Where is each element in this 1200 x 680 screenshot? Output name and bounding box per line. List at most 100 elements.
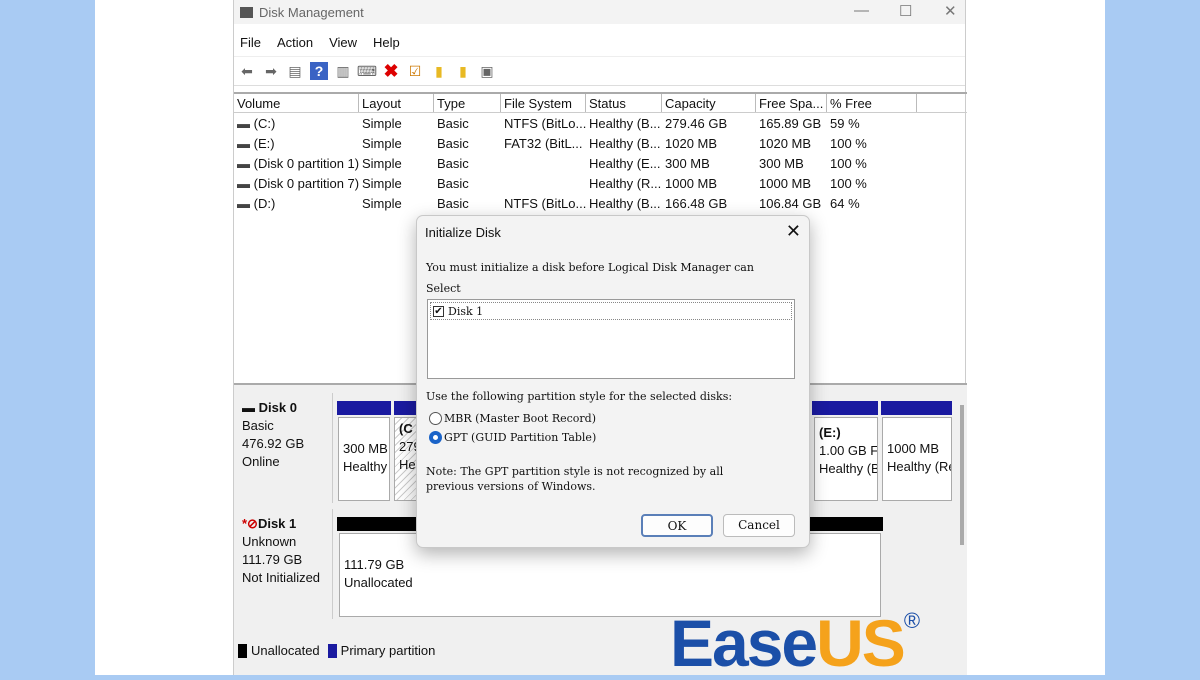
column-header[interactable]: % Free — [827, 94, 917, 112]
table-cell: 106.84 GB — [759, 196, 822, 211]
dialog-message: You must initialize a disk before Logica… — [426, 261, 754, 274]
logo-text-a: Ease — [670, 606, 818, 680]
table-cell: Basic — [437, 176, 469, 191]
volume-name: (Disk 0 partition 7) — [253, 176, 359, 191]
logo-reg: ® — [903, 608, 920, 633]
column-header[interactable]: Layout — [359, 94, 434, 112]
folder-up-icon[interactable]: ▮ — [430, 62, 448, 80]
table-cell: Healthy (B... — [589, 196, 661, 211]
volume-name: (D:) — [253, 196, 276, 211]
table-cell: Simple — [362, 116, 402, 131]
table-cell — [501, 174, 586, 194]
table-cell: 165.89 GB — [759, 116, 822, 131]
table-cell: NTFS (BitLo... — [504, 196, 586, 211]
disk-checkbox[interactable]: ✔ — [433, 305, 444, 317]
menu-view[interactable]: View — [329, 35, 357, 50]
cancel-button[interactable]: Cancel — [723, 514, 795, 537]
list-item[interactable]: ✔ Disk 1 — [430, 302, 792, 320]
volume-name: (Disk 0 partition 1) — [253, 156, 359, 171]
disk-0-partition-7[interactable]: 1000 MB Healthy (Re — [882, 417, 952, 501]
table-cell: ▬ (C:) — [234, 114, 359, 134]
table-cell: 100 % — [830, 156, 867, 171]
window-title: Disk Management — [259, 4, 364, 20]
column-header[interactable]: Capacity — [662, 94, 756, 112]
menu-file[interactable]: File — [240, 35, 261, 50]
table-cell: 100 % — [830, 176, 867, 191]
check-icon[interactable]: ☑ — [406, 62, 424, 80]
disk-0-partition-e[interactable]: (E:) 1.00 GB FA Healthy (B — [814, 417, 878, 501]
table-cell: Healthy (B... — [589, 136, 661, 151]
ok-button[interactable]: OK — [641, 514, 713, 537]
table-cell: Simple — [362, 156, 402, 171]
table-row[interactable]: ▬ (E:) Simple Basic FAT32 (BitL... Healthy (… — [234, 134, 917, 154]
volume-name: (C:) — [253, 116, 276, 131]
logo-text-b: US — [816, 606, 906, 680]
left-margin — [0, 0, 95, 675]
partition-size: 1000 MB — [887, 441, 940, 456]
table-row[interactable]: ▬ (Disk 0 partition 7) Simple Basic Healthy… — [234, 174, 917, 194]
column-header[interactable]: Free Spa... — [756, 94, 827, 112]
table-cell: Basic — [437, 156, 469, 171]
menu-bar: File Action View Help — [234, 28, 965, 56]
column-header[interactable]: Status — [586, 94, 662, 112]
disk-type: Basic — [242, 418, 274, 433]
table-cell: NTFS (BitLo... — [504, 116, 586, 131]
table-cell: 64 % — [830, 196, 860, 211]
close-button[interactable]: ✕ — [944, 2, 957, 20]
volume-icon: ▬ — [237, 136, 254, 151]
back-icon[interactable]: ⬅ — [238, 62, 256, 80]
volume-name: (E:) — [253, 136, 275, 151]
disk-1-label[interactable]: *⊘Disk 1 Unknown 111.79 GB Not Initializ… — [236, 509, 333, 619]
list-icon[interactable]: ▣ — [478, 62, 496, 80]
properties-icon[interactable]: ▥ — [334, 62, 352, 80]
title-bar: Disk Management — ☐ ✕ — [234, 0, 965, 24]
column-header[interactable]: Volume — [234, 94, 359, 112]
table-cell: 100 % — [830, 136, 867, 151]
disk-list: ✔ Disk 1 — [427, 299, 795, 379]
connect-icon[interactable]: ⌨ — [357, 62, 377, 80]
legend: Unallocated Primary partition — [238, 643, 435, 658]
partition-bar — [812, 401, 878, 415]
minimize-button[interactable]: — — [854, 2, 869, 19]
table-row[interactable]: ▬ (Disk 0 partition 1) Simple Basic Healthy… — [234, 154, 917, 174]
table-cell: 1020 MB — [759, 136, 812, 151]
disk-size: 111.79 GB — [242, 552, 303, 567]
radio-selected-icon — [429, 431, 442, 444]
column-header[interactable]: Type — [434, 94, 501, 112]
forward-icon[interactable]: ➡ — [262, 62, 280, 80]
disk-type: Unknown — [242, 534, 297, 549]
volume-icon: ▬ — [237, 196, 254, 211]
gpt-label: GPT (GUID Partition Table) — [444, 431, 597, 444]
partition-status: Healthy — [343, 459, 388, 474]
note-line-1: Note: The GPT partition style is not rec… — [426, 465, 724, 478]
primary-swatch — [327, 643, 337, 658]
toolbar: ⬅ ➡ ▤ ? ▥ ⌨ ✖ ☑ ▮ ▮ ▣ — [234, 56, 965, 86]
disk-0-label[interactable]: ▬ Disk 0 Basic 476.92 GB Online — [236, 393, 333, 503]
table-row[interactable]: ▬ (D:) Simple Basic NTFS (BitLo... Healthy (… — [234, 194, 917, 214]
disk-1-name: *⊘Disk 1 — [242, 516, 297, 531]
gpt-radio[interactable]: GPT (GUID Partition Table) — [429, 431, 596, 444]
scrollbar[interactable] — [960, 405, 964, 545]
help-icon[interactable]: ? — [310, 62, 328, 80]
menu-help[interactable]: Help — [373, 35, 400, 50]
legend-unallocated: Unallocated — [251, 643, 320, 658]
disk-name: Disk 1 — [257, 516, 297, 531]
table-cell: Basic — [437, 196, 469, 211]
table-row[interactable]: ▬ (C:) Simple Basic NTFS (BitLo... Healthy (… — [234, 114, 917, 134]
mbr-radio[interactable]: MBR (Master Boot Record) — [429, 412, 596, 425]
table-cell: Basic — [437, 116, 469, 131]
disk-state: Online — [242, 454, 280, 469]
delete-icon[interactable]: ✖ — [382, 61, 400, 81]
maximize-button[interactable]: ☐ — [899, 2, 912, 20]
table-cell: Simple — [362, 136, 402, 151]
table-cell: 1000 MB — [665, 176, 718, 191]
table-cell: 300 MB — [665, 156, 710, 171]
disk-0-partition-1[interactable]: 300 MB Healthy — [338, 417, 390, 501]
folder-search-icon[interactable]: ▮ — [454, 62, 472, 80]
console-icon[interactable]: ▤ — [286, 62, 304, 80]
column-header[interactable]: File System — [501, 94, 586, 112]
table-cell — [501, 154, 586, 174]
table-cell: Basic — [437, 136, 469, 151]
dialog-close-button[interactable]: ✕ — [786, 221, 801, 242]
menu-action[interactable]: Action — [277, 35, 313, 50]
